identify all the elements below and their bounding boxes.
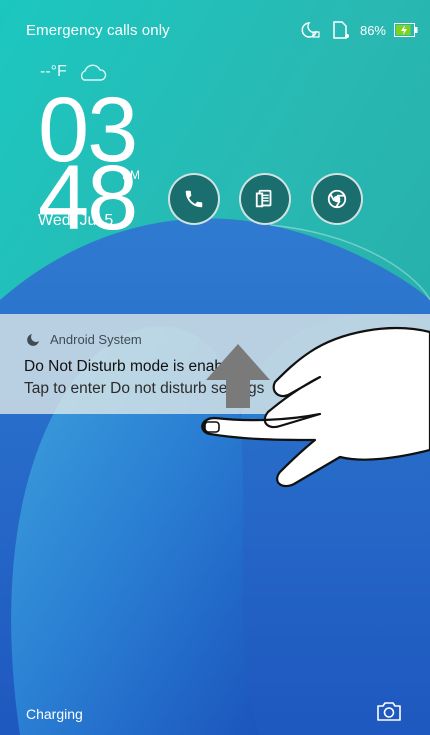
- battery-percent: 86%: [359, 22, 386, 38]
- sim-card-icon: [333, 21, 349, 39]
- swipe-up-arrow-icon: [206, 344, 270, 408]
- camera-icon[interactable]: [376, 700, 402, 722]
- do-not-disturb-moon-icon: [301, 22, 320, 38]
- messages-shortcut-button[interactable]: [239, 173, 291, 225]
- clock-ampm: PM: [122, 168, 140, 182]
- charging-status: Charging: [26, 706, 83, 722]
- lock-screen: Emergency calls only 86% --°F 03 48 PM W…: [0, 0, 430, 735]
- carrier-text: Emergency calls only: [26, 22, 170, 39]
- notification-header: Android System: [26, 332, 142, 347]
- lockscreen-date: Wed, Jul 5: [38, 212, 114, 229]
- status-icons: 86%: [300, 20, 418, 40]
- swipe-up-hand-illustration: [201, 326, 430, 488]
- messages-icon: [255, 189, 272, 208]
- moon-icon: [27, 333, 39, 346]
- chrome-icon: [327, 189, 347, 209]
- battery-charging-icon: [394, 23, 418, 37]
- notification-app-name: Android System: [50, 332, 142, 347]
- phone-icon: [185, 190, 203, 208]
- chrome-shortcut-button[interactable]: [311, 173, 363, 225]
- clock-minutes: 48: [38, 147, 138, 249]
- status-bar: Emergency calls only 86%: [0, 0, 430, 64]
- phone-shortcut-button[interactable]: [168, 173, 220, 225]
